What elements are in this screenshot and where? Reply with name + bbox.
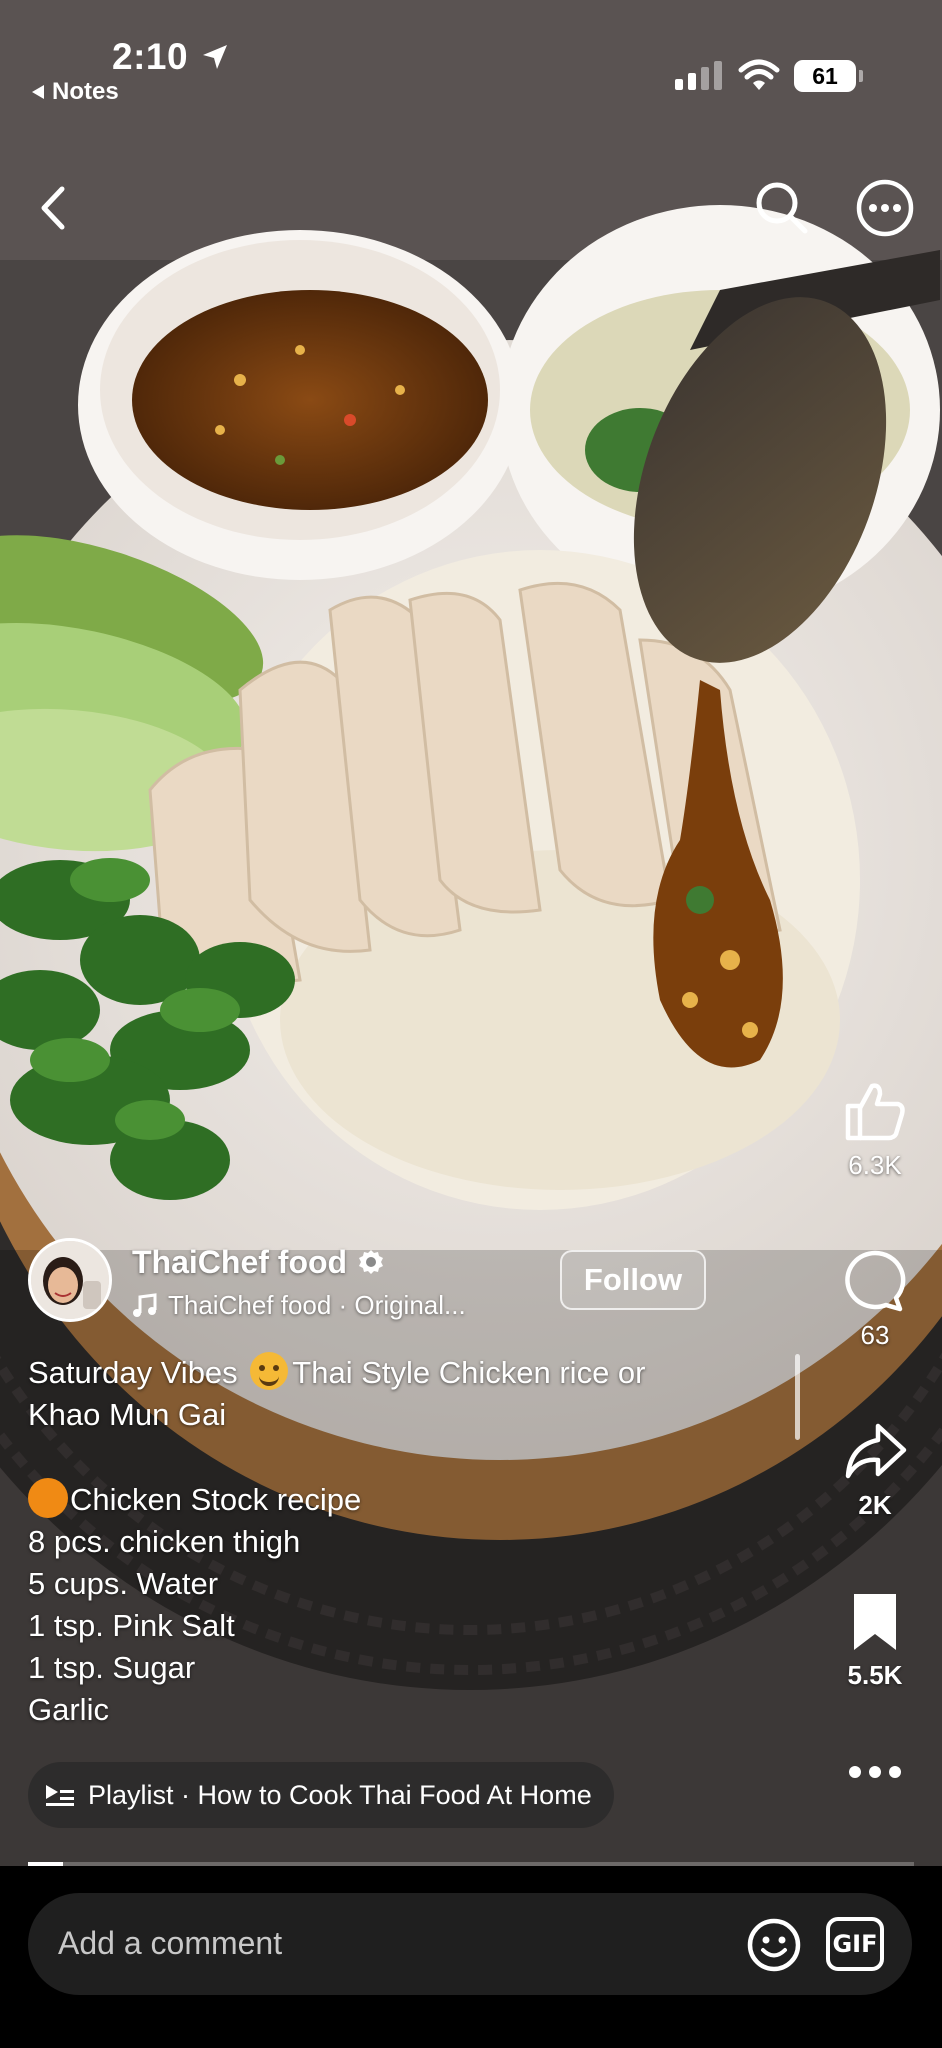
music-note-icon	[133, 1292, 157, 1317]
save-button[interactable]: 5.5K	[830, 1590, 920, 1691]
author-name-link[interactable]: ThaiChef food	[132, 1244, 385, 1281]
caption-line: 8 pcs. chicken thigh	[28, 1524, 301, 1559]
back-triangle-icon	[32, 85, 44, 99]
author-row: ThaiChef food ThaiChef food · Original..…	[28, 1238, 728, 1328]
status-bar: 2:10 Notes 61	[0, 0, 942, 120]
caption-line: Garlic	[28, 1692, 109, 1727]
comment-input[interactable]: Add a comment GIF	[28, 1893, 912, 1995]
playlist-chip[interactable]: Playlist · How to Cook Thai Food At Home	[28, 1762, 614, 1828]
caption-scroll-indicator	[795, 1354, 800, 1440]
status-time: 2:10	[112, 36, 189, 77]
yummy-face-emoji-icon	[250, 1352, 289, 1390]
video-caption[interactable]: Saturday Vibes Thai Style Chicken rice o…	[28, 1352, 788, 1731]
caption-line: Chicken Stock recipe	[28, 1478, 788, 1521]
save-count: 5.5K	[847, 1660, 903, 1690]
location-arrow-icon	[203, 45, 227, 69]
more-horizontal-icon	[856, 179, 914, 237]
share-button[interactable]: 2K	[830, 1418, 920, 1521]
audio-track-link[interactable]: ThaiChef food · Original...	[132, 1290, 466, 1321]
wifi-icon	[738, 59, 780, 90]
author-avatar[interactable]	[28, 1238, 112, 1322]
audio-track-label: ThaiChef food · Original...	[168, 1290, 466, 1320]
caption-line: Saturday Vibes Thai Style Chicken rice o…	[28, 1352, 788, 1394]
comment-bubble-icon	[845, 1250, 906, 1312]
back-button[interactable]	[24, 178, 84, 238]
caption-line: Khao Mun Gai	[28, 1397, 227, 1432]
verified-badge-icon	[359, 1249, 384, 1274]
comment-count: 63	[860, 1320, 890, 1350]
thumbs-up-icon	[845, 1083, 905, 1141]
like-count: 6.3K	[848, 1150, 902, 1180]
back-app-label: Notes	[52, 78, 119, 105]
caption-text: Thai Style Chicken rice or	[292, 1355, 646, 1390]
emoji-button[interactable]	[744, 1915, 804, 1975]
caption-line: 1 tsp. Sugar	[28, 1650, 196, 1685]
battery-indicator: 61	[794, 60, 863, 92]
playlist-label: Playlist · How to Cook Thai Food At Home	[88, 1779, 592, 1810]
back-to-app-link[interactable]: Notes	[30, 78, 119, 106]
follow-button[interactable]: Follow	[560, 1250, 706, 1310]
author-name: ThaiChef food	[132, 1244, 348, 1280]
more-dots-icon	[849, 1766, 901, 1778]
more-options-button[interactable]	[855, 178, 915, 238]
share-count: 2K	[858, 1490, 892, 1520]
chevron-left-icon	[41, 186, 65, 230]
comment-button[interactable]: 63	[830, 1248, 920, 1351]
avatar-image	[31, 1241, 109, 1319]
gif-button[interactable]: GIF	[826, 1917, 884, 1971]
cellular-signal-icon	[675, 60, 722, 90]
caption-line: 5 cups. Water	[28, 1566, 219, 1601]
search-icon	[756, 182, 808, 234]
smiley-icon	[747, 1918, 801, 1972]
share-arrow-icon	[845, 1423, 907, 1479]
search-button[interactable]	[752, 178, 812, 238]
more-actions-button[interactable]	[830, 1762, 920, 1782]
caption-text: Chicken Stock recipe	[70, 1482, 362, 1517]
playlist-icon	[46, 1785, 74, 1806]
caption-line: 1 tsp. Pink Salt	[28, 1608, 235, 1643]
bookmark-icon	[854, 1594, 896, 1650]
orange-circle-emoji-icon	[28, 1478, 68, 1518]
comment-bar: Add a comment GIF	[0, 1866, 942, 2048]
comment-placeholder: Add a comment	[58, 1925, 283, 1961]
like-button[interactable]: 6.3K	[830, 1078, 920, 1181]
caption-text: Saturday Vibes	[28, 1355, 247, 1390]
